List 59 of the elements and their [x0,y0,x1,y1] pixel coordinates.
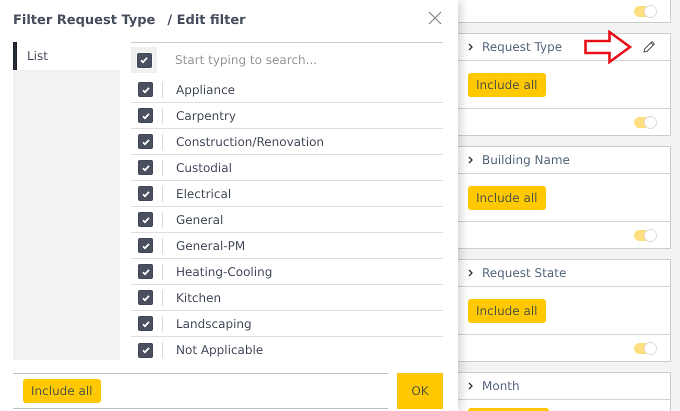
checkbox[interactable] [138,186,153,201]
checkbox[interactable] [138,134,153,149]
search-field[interactable]: Start typing to search... [175,51,443,69]
chevron-icon[interactable] [468,269,473,277]
checkbox[interactable] [138,342,153,358]
checkbox[interactable] [138,82,153,97]
include-all-button[interactable]: Include all [468,186,546,210]
toggle-switch[interactable] [634,342,656,354]
close-button[interactable] [428,11,442,25]
filter-card-title[interactable]: Month [482,377,520,395]
include-all-button[interactable]: Include all [23,379,101,403]
dialog-title: Filter Request Type [13,12,156,30]
list-item-label[interactable]: General-PM [176,236,246,254]
list-item-label[interactable]: General [176,210,224,228]
ok-button[interactable]: OK [397,373,443,409]
filter-card-title[interactable]: Building Name [482,151,570,169]
list-item-label[interactable]: Kitchen [176,288,222,306]
edit-button[interactable] [642,40,656,54]
checkmark-icon [140,136,150,146]
include-all-button[interactable]: Include all [468,298,546,322]
checkmark-icon [140,188,150,198]
checkmark-icon [140,318,150,328]
checkmark-icon [139,55,149,65]
list-item-label[interactable]: Landscaping [176,314,252,332]
toggle-switch[interactable] [634,230,656,240]
chevron-icon[interactable] [468,382,473,390]
list-tab[interactable]: List [13,42,120,70]
list-item-label[interactable]: Custodial [176,158,232,176]
filter-card-title[interactable]: Request Type [482,38,562,56]
checkbox[interactable] [138,108,153,123]
toggle-switch[interactable] [634,6,656,16]
checkmark-icon [140,110,150,120]
checkmark-icon [140,292,150,302]
checkmark-icon [140,84,150,94]
list-item-label[interactable]: Not Applicable [176,341,264,359]
checkbox[interactable] [138,160,153,175]
checkmark-icon [140,240,150,250]
checkbox[interactable] [138,316,153,331]
checkbox[interactable] [136,52,152,68]
list-item-label[interactable]: Carpentry [176,106,236,124]
checkbox[interactable] [138,212,153,227]
arrow-icon [584,30,632,64]
checkbox[interactable] [138,290,153,305]
checkbox[interactable] [138,238,153,253]
list-item-label[interactable]: Electrical [176,184,232,202]
checkmark-icon [140,214,150,224]
include-all-button[interactable]: Include all [468,72,546,96]
checkmark-icon [140,162,150,172]
toggle-switch[interactable] [634,116,656,128]
checkmark-icon [140,345,150,355]
chevron-icon[interactable] [468,43,473,51]
dialog-subtitle: / Edit filter [167,12,246,30]
list-item-label[interactable]: Construction/Renovation [176,132,324,150]
filter-card-title[interactable]: Request State [482,264,566,282]
checkbox[interactable] [138,264,153,279]
checkmark-icon [140,266,150,276]
chevron-icon[interactable] [468,156,473,164]
list-item-label[interactable]: Appliance [176,80,236,98]
list-item-label[interactable]: Heating-Cooling [176,262,272,280]
